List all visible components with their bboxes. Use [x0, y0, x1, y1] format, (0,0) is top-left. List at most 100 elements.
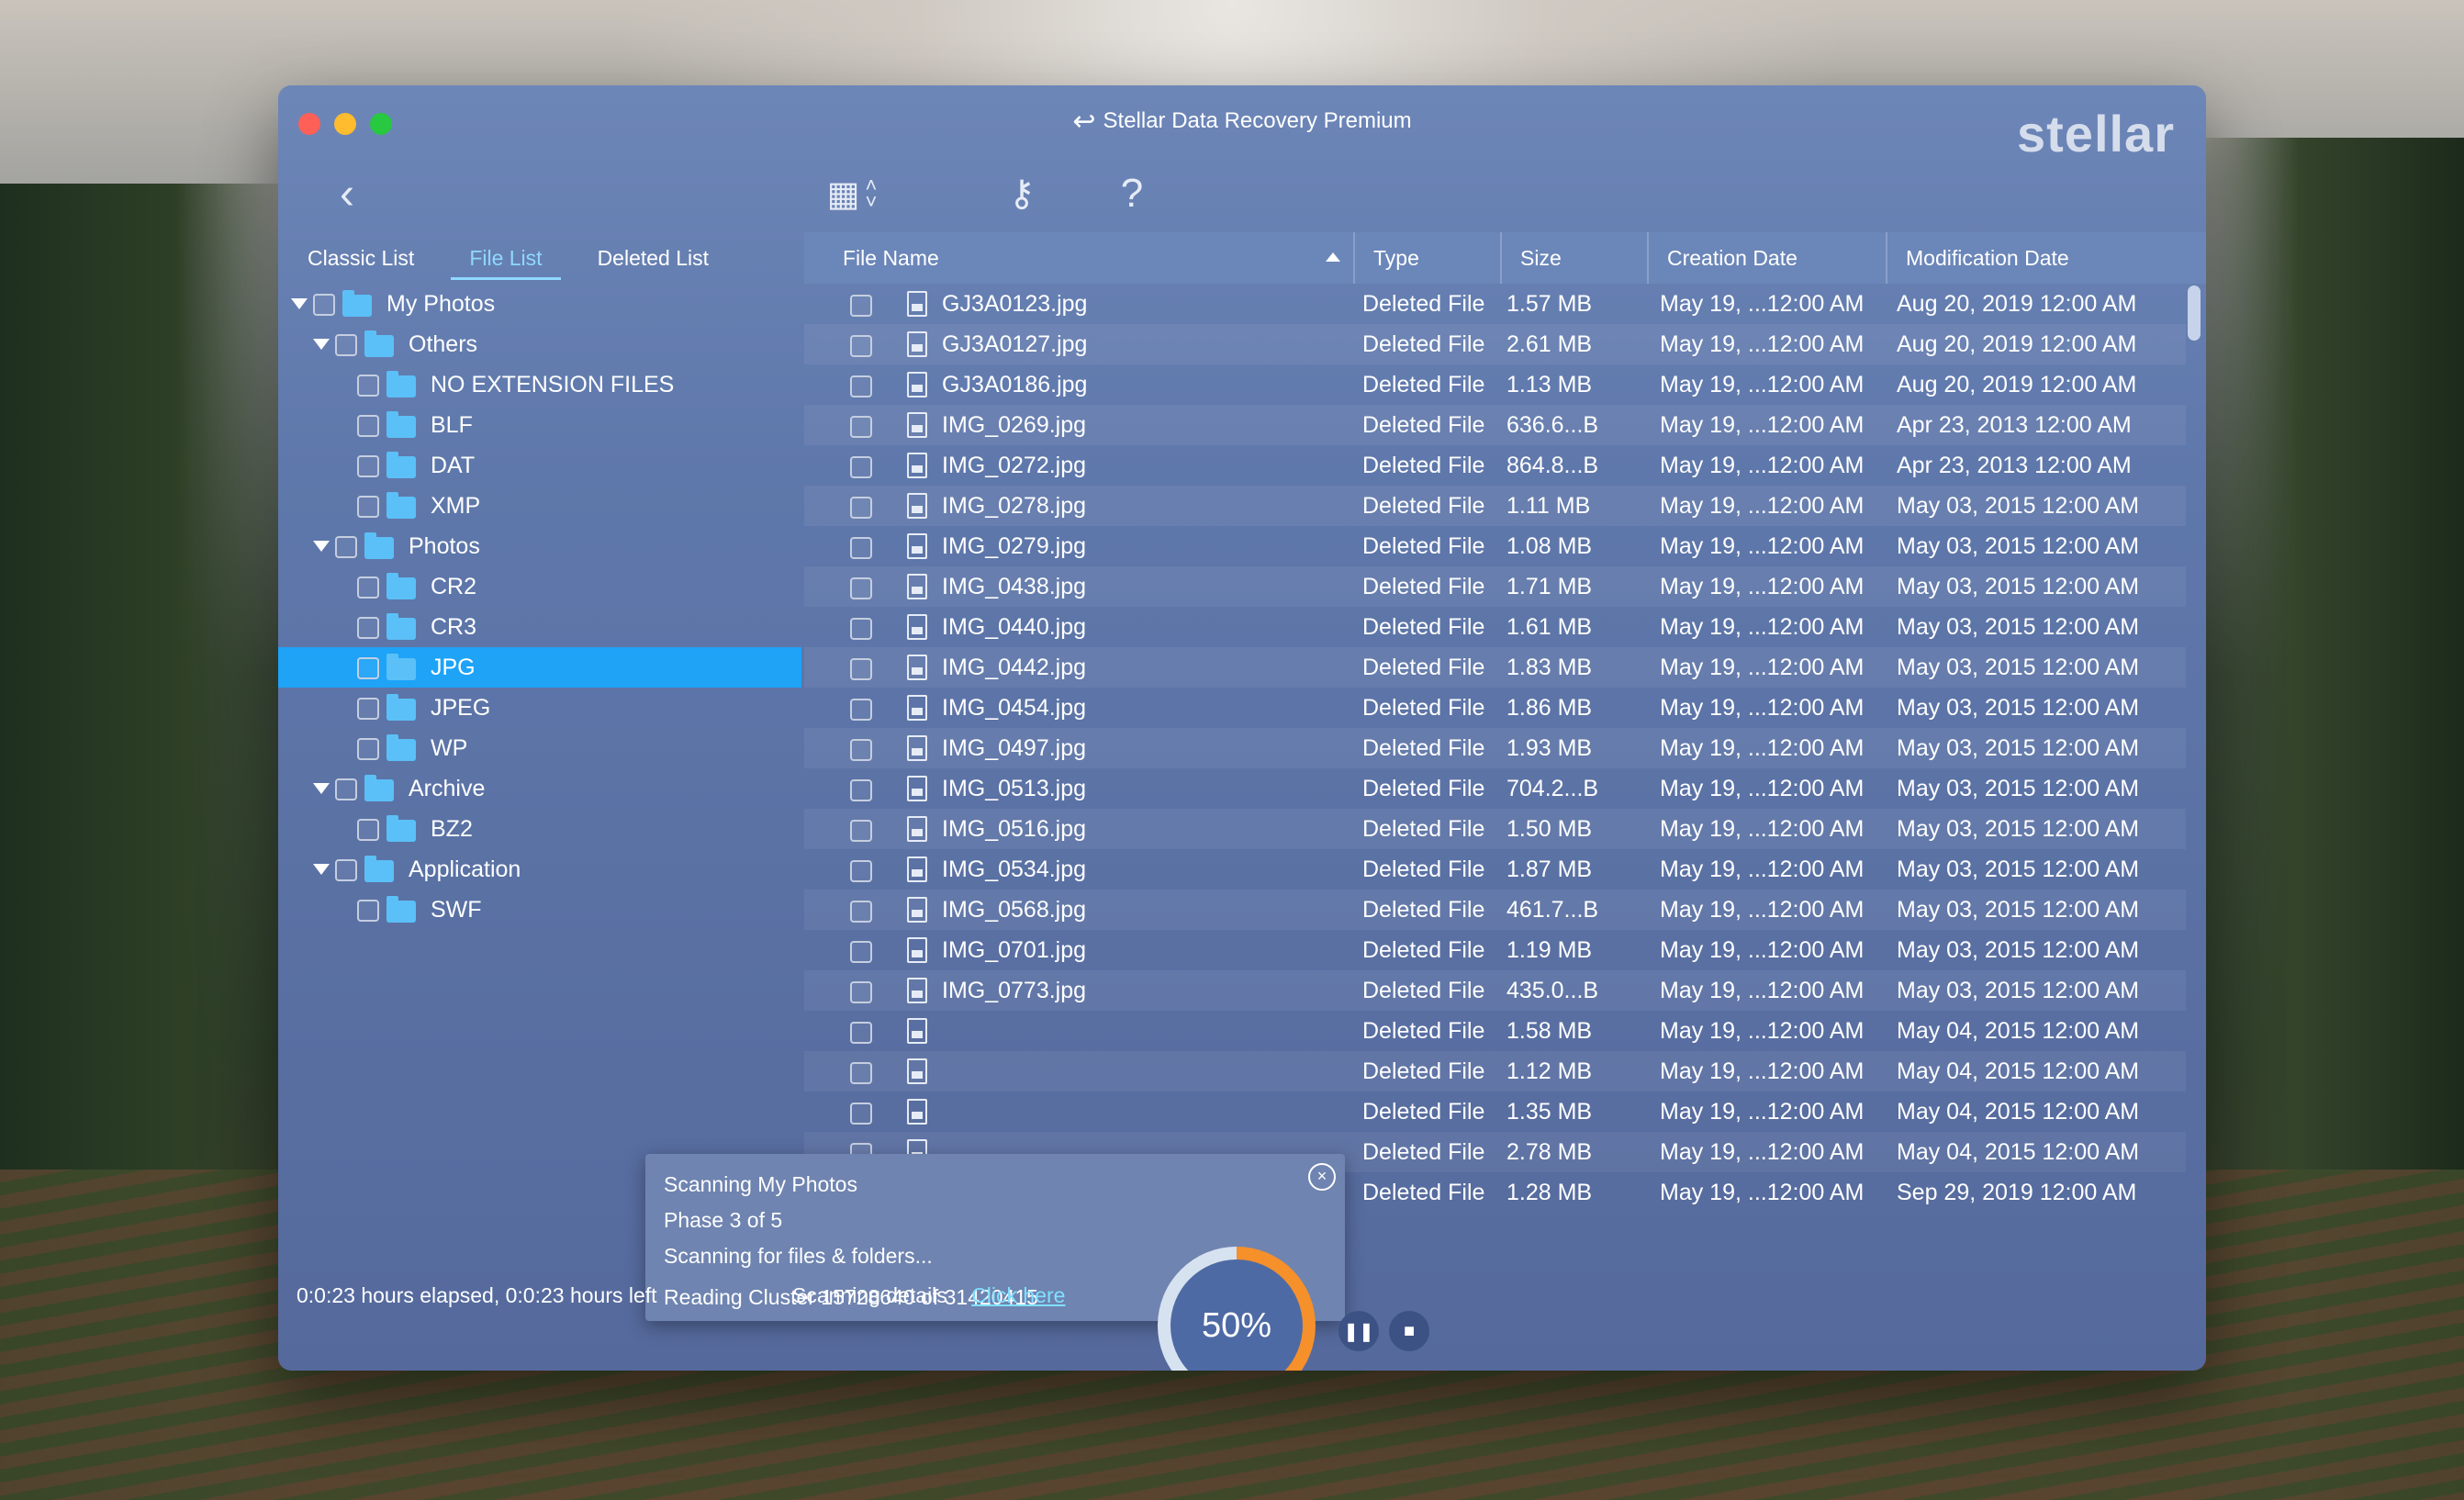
column-header-creation-date[interactable]: Creation Date [1649, 232, 1887, 284]
column-header-type[interactable]: Type [1355, 232, 1502, 284]
table-row[interactable]: GJ3A0127.jpg Deleted File 2.61 MB May 19, .… [804, 324, 2186, 364]
tree-item[interactable]: BZ2 [278, 809, 801, 849]
tree-item[interactable]: Photos [278, 526, 801, 566]
tree-checkbox[interactable] [335, 778, 357, 800]
tree-checkbox[interactable] [357, 617, 379, 639]
row-checkbox[interactable] [850, 820, 872, 842]
back-icon[interactable]: ‹ [324, 168, 370, 219]
tree-item[interactable]: JPG [278, 647, 801, 688]
tree-item[interactable]: WP [278, 728, 801, 768]
cell-cdate: May 19, ...12:00 AM [1660, 411, 1865, 438]
tree-checkbox[interactable] [357, 738, 379, 760]
tree-checkbox[interactable] [357, 375, 379, 397]
tree-item[interactable]: DAT [278, 445, 801, 486]
tree-item[interactable]: Application [278, 849, 801, 890]
table-row[interactable]: IMG_0701.jpg Deleted File 1.19 MB May 19, .… [804, 930, 2186, 970]
tree-checkbox[interactable] [357, 455, 379, 477]
tree-item[interactable]: BLF [278, 405, 801, 445]
column-header-file-name[interactable]: File Name [804, 232, 1355, 284]
key-icon[interactable]: ⚷ [994, 168, 1049, 219]
row-checkbox[interactable] [850, 860, 872, 882]
row-checkbox[interactable] [850, 699, 872, 721]
disclosure-triangle-icon[interactable] [291, 298, 308, 309]
row-checkbox[interactable] [850, 739, 872, 761]
row-checkbox[interactable] [850, 537, 872, 559]
table-row[interactable]: IMG_0516.jpg Deleted File 1.50 MB May 19, .… [804, 809, 2186, 849]
table-row[interactable]: IMG_0279.jpg Deleted File 1.08 MB May 19, .… [804, 526, 2186, 566]
row-checkbox[interactable] [850, 375, 872, 397]
tree-item[interactable]: Archive [278, 768, 801, 809]
vertical-scrollbar[interactable] [2188, 285, 2201, 341]
table-row[interactable]: IMG_0497.jpg Deleted File 1.93 MB May 19, .… [804, 728, 2186, 768]
table-row[interactable]: IMG_0269.jpg Deleted File 636.6...B May 19,… [804, 405, 2186, 445]
row-checkbox[interactable] [850, 1103, 872, 1125]
close-icon[interactable]: × [1308, 1163, 1336, 1191]
table-row[interactable]: IMG_0278.jpg Deleted File 1.11 MB May 19, .… [804, 486, 2186, 526]
table-row[interactable]: Deleted File 1.58 MB May 19, ...12:00 AM Ma… [804, 1011, 2186, 1051]
folder-icon [364, 856, 394, 882]
row-checkbox[interactable] [850, 335, 872, 357]
table-row[interactable]: IMG_0272.jpg Deleted File 864.8...B May 19,… [804, 445, 2186, 486]
cell-mdate: May 03, 2015 12:00 AM [1897, 977, 2140, 1003]
table-row[interactable]: GJ3A0186.jpg Deleted File 1.13 MB May 19, .… [804, 364, 2186, 405]
table-row[interactable]: IMG_0442.jpg Deleted File 1.83 MB May 19, .… [804, 647, 2186, 688]
row-checkbox[interactable] [850, 1062, 872, 1084]
stop-icon[interactable]: ■ [1389, 1311, 1429, 1351]
tree-checkbox[interactable] [313, 294, 335, 316]
disclosure-triangle-icon[interactable] [313, 864, 330, 875]
column-header-size[interactable]: Size [1502, 232, 1649, 284]
tree-checkbox[interactable] [357, 576, 379, 599]
table-row[interactable]: IMG_0440.jpg Deleted File 1.61 MB May 19, .… [804, 607, 2186, 647]
row-checkbox[interactable] [850, 295, 872, 317]
tab-deleted-list[interactable]: Deleted List [598, 246, 709, 271]
tree-checkbox[interactable] [357, 698, 379, 720]
tree-checkbox[interactable] [357, 900, 379, 922]
row-checkbox[interactable] [850, 618, 872, 640]
row-checkbox[interactable] [850, 416, 872, 438]
tree-checkbox[interactable] [335, 334, 357, 356]
disclosure-triangle-icon[interactable] [313, 783, 330, 794]
table-row[interactable]: Deleted File 1.35 MB May 19, ...12:00 AM Ma… [804, 1091, 2186, 1132]
row-checkbox[interactable] [850, 577, 872, 599]
disclosure-triangle-icon[interactable] [313, 541, 330, 552]
row-checkbox[interactable] [850, 1022, 872, 1044]
table-row[interactable]: IMG_0534.jpg Deleted File 1.87 MB May 19, .… [804, 849, 2186, 890]
table-row[interactable]: IMG_0438.jpg Deleted File 1.71 MB May 19, .… [804, 566, 2186, 607]
table-row[interactable]: Deleted File 1.12 MB May 19, ...12:00 AM Ma… [804, 1051, 2186, 1091]
tree-item[interactable]: JPEG [278, 688, 801, 728]
row-checkbox[interactable] [850, 981, 872, 1003]
tree-checkbox[interactable] [357, 415, 379, 437]
row-checkbox[interactable] [850, 456, 872, 478]
pause-icon[interactable]: ❚❚ [1338, 1311, 1379, 1351]
table-row[interactable]: GJ3A0123.jpg Deleted File 1.57 MB May 19, .… [804, 284, 2186, 324]
row-checkbox[interactable] [850, 779, 872, 801]
row-checkbox[interactable] [850, 901, 872, 923]
tree-item[interactable]: Others [278, 324, 801, 364]
tree-item[interactable]: NO EXTENSION FILES [278, 364, 801, 405]
table-row[interactable]: IMG_0568.jpg Deleted File 461.7...B May 19,… [804, 890, 2186, 930]
row-checkbox[interactable] [850, 658, 872, 680]
tree-checkbox[interactable] [335, 859, 357, 881]
tree-item[interactable]: XMP [278, 486, 801, 526]
table-row[interactable]: IMG_0454.jpg Deleted File 1.86 MB May 19, .… [804, 688, 2186, 728]
grid-view-icon[interactable]: ▦ ˄ ˅ [811, 168, 893, 219]
tree-item[interactable]: SWF [278, 890, 801, 930]
tab-file-list[interactable]: File List [451, 246, 561, 280]
disclosure-triangle-icon[interactable] [313, 339, 330, 350]
tree-item[interactable]: My Photos [278, 284, 801, 324]
cell-cdate: May 19, ...12:00 AM [1660, 1098, 1865, 1125]
tree-checkbox[interactable] [357, 496, 379, 518]
table-row[interactable]: IMG_0513.jpg Deleted File 704.2...B May 19,… [804, 768, 2186, 809]
row-checkbox[interactable] [850, 497, 872, 519]
column-header-modification-date[interactable]: Modification Date [1887, 232, 2206, 284]
tab-classic-list[interactable]: Classic List [308, 246, 414, 271]
tree-checkbox[interactable] [357, 819, 379, 841]
tree-item[interactable]: CR3 [278, 607, 801, 647]
table-row[interactable]: IMG_0773.jpg Deleted File 435.0...B May 19,… [804, 970, 2186, 1011]
help-icon[interactable]: ? [1104, 168, 1159, 219]
tree-item[interactable]: CR2 [278, 566, 801, 607]
tree-checkbox[interactable] [357, 657, 379, 679]
row-checkbox[interactable] [850, 941, 872, 963]
tree-checkbox[interactable] [335, 536, 357, 558]
click-here-link[interactable]: Click here [971, 1283, 1065, 1307]
